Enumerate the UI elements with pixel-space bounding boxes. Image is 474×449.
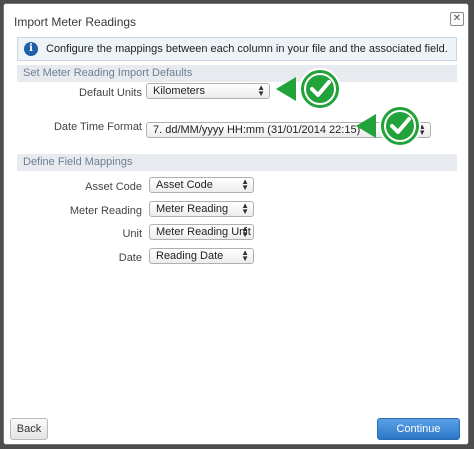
select-arrows-icon: ▲ ▼	[241, 177, 249, 192]
close-icon: ✕	[452, 13, 462, 24]
date-select[interactable]: Reading Date ▲ ▼	[149, 248, 254, 264]
meter-reading-select[interactable]: Meter Reading ▲ ▼	[149, 201, 254, 217]
checkmark-callout-icon	[276, 68, 341, 110]
unit-value: Meter Reading Unit	[156, 226, 251, 238]
meter-reading-value: Meter Reading	[156, 203, 229, 215]
select-arrows-icon: ▲ ▼	[241, 224, 249, 239]
select-arrows-icon: ▲ ▼	[257, 83, 265, 98]
asset-code-value: Asset Code	[156, 179, 213, 191]
default-units-label: Default Units	[79, 87, 142, 99]
default-units-value: Kilometers	[153, 85, 205, 97]
mappings-section-heading: Define Field Mappings	[17, 154, 457, 171]
default-units-select[interactable]: Kilometers ▲ ▼	[146, 83, 270, 99]
close-button[interactable]: ✕	[450, 12, 464, 26]
date-label: Date	[118, 252, 142, 264]
back-button[interactable]: Back	[10, 418, 48, 440]
import-dialog: Import Meter Readings ✕ i Configure the …	[3, 3, 469, 445]
info-banner: i Configure the mappings between each co…	[17, 37, 457, 61]
info-icon: i	[24, 42, 38, 56]
select-arrows-icon: ▲ ▼	[241, 201, 249, 216]
datetime-format-value: 7. dd/MM/yyyy HH:mm (31/01/2014 22:15)	[153, 124, 361, 136]
meter-reading-label: Meter Reading	[69, 205, 142, 217]
asset-code-select[interactable]: Asset Code ▲ ▼	[149, 177, 254, 193]
defaults-section-heading: Set Meter Reading Import Defaults	[17, 65, 457, 82]
date-value: Reading Date	[156, 250, 224, 262]
checkmark-callout-icon	[356, 105, 421, 147]
unit-label: Unit	[122, 228, 142, 240]
info-text: Configure the mappings between each colu…	[46, 43, 448, 55]
unit-select[interactable]: Meter Reading Unit ▲ ▼	[149, 224, 254, 240]
select-arrows-icon: ▲ ▼	[241, 248, 249, 263]
asset-code-label: Asset Code	[85, 181, 142, 193]
continue-button[interactable]: Continue	[377, 418, 460, 440]
datetime-format-label: Date Time Format	[53, 121, 142, 133]
dialog-title: Import Meter Readings	[14, 15, 137, 29]
